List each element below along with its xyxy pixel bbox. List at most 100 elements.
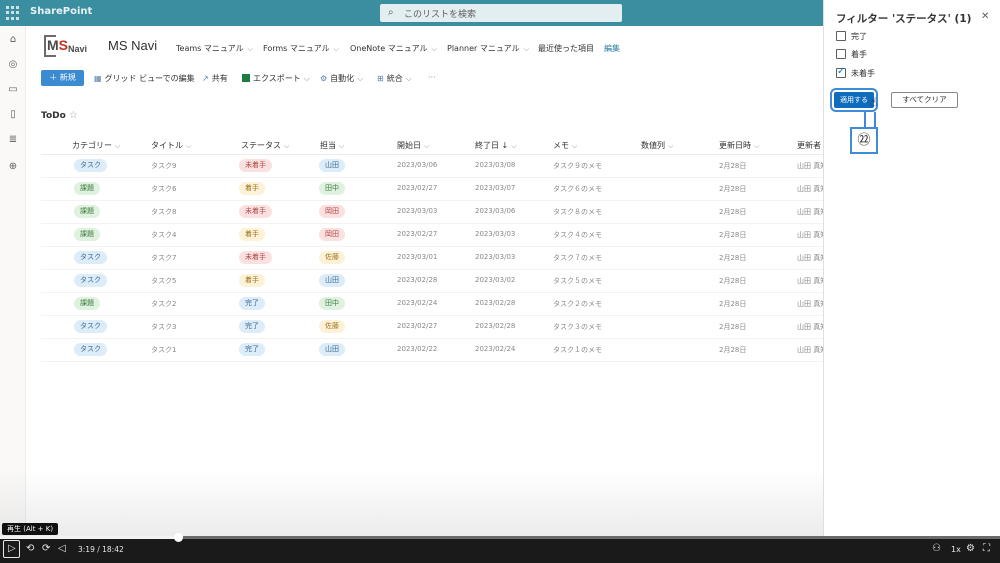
column-header-modified[interactable]: 更新日時 ⌵	[719, 140, 759, 151]
nav-item-teams[interactable]: Teams マニュアル ⌵	[176, 43, 253, 54]
home-icon[interactable]: ⌂	[7, 34, 19, 46]
excel-icon	[242, 74, 250, 82]
column-header-number[interactable]: 数値列 ⌵	[641, 140, 673, 151]
forward-icon[interactable]: ⟳	[42, 543, 50, 554]
progress-knob[interactable]	[174, 533, 183, 542]
automate-button[interactable]: ⚙ 自動化 ⌵	[320, 73, 366, 84]
nav-item-recent[interactable]: 最近使った項目	[538, 43, 594, 54]
clear-all-button[interactable]: すべてクリア	[891, 92, 958, 108]
chevron-down-icon: ⌵	[357, 74, 364, 83]
nav-item-forms[interactable]: Forms マニュアル ⌵	[263, 43, 339, 54]
chevron-down-icon: ⌵	[115, 142, 121, 150]
cell-title[interactable]: タスク8	[151, 207, 176, 217]
status-pill: 着手	[239, 182, 265, 195]
grid-edit-button[interactable]: ▦ グリッド ビューでの編集	[94, 73, 195, 84]
cell-modified: 2月28日	[719, 162, 747, 170]
list-title: ToDo	[41, 111, 66, 121]
cell-end-date: 2023/03/03	[475, 253, 516, 261]
cell-title[interactable]: タスク2	[151, 299, 176, 309]
cell-title[interactable]: タスク3	[151, 322, 176, 332]
search-box[interactable]: ⌕ このリストを検索	[380, 4, 622, 22]
cell-memo: タスク６のメモ	[553, 185, 602, 193]
cell-title[interactable]: タスク6	[151, 184, 176, 194]
owner-pill: 岡田	[319, 228, 345, 241]
settings-gear-icon[interactable]: ⚙	[966, 543, 975, 554]
table-row[interactable]: タスク タスク9 未着手 山田 2023/03/06 2023/03/08 タスク９のメモ 2…	[41, 155, 827, 178]
favorite-star-icon[interactable]: ☆	[69, 110, 78, 121]
cell-title[interactable]: タスク5	[151, 276, 176, 286]
category-pill: 課題	[74, 297, 100, 310]
owner-pill: 佐藤	[319, 320, 345, 333]
grid-icon: ▦	[94, 74, 102, 83]
filter-panel-title: フィルター 'ステータス' (1)	[836, 13, 972, 25]
cell-memo: タスク１のメモ	[553, 346, 602, 354]
create-icon[interactable]: ⊕	[7, 161, 19, 173]
rewind-icon[interactable]: ⟲	[26, 543, 34, 554]
column-header-start[interactable]: 開始日 ⌵	[397, 140, 429, 151]
close-icon[interactable]: ✕	[981, 11, 989, 22]
share-button[interactable]: ↗ 共有	[202, 73, 228, 84]
site-title[interactable]: MS Navi	[108, 38, 157, 53]
captions-icon[interactable]: ⚇	[932, 543, 941, 554]
cell-modified: 2月28日	[719, 208, 747, 216]
column-header-end[interactable]: 終了日 ↓ ⌵	[475, 140, 517, 151]
cell-title[interactable]: タスク7	[151, 253, 176, 263]
cell-title[interactable]: タスク9	[151, 161, 176, 171]
chevron-down-icon: ⌵	[247, 45, 253, 53]
playback-speed[interactable]: 1x	[951, 545, 961, 554]
checkbox-not-started[interactable]	[836, 66, 846, 78]
table-row[interactable]: 課題 タスク8 未着手 岡田 2023/03/03 2023/03/06 タスク８のメモ 2月…	[41, 201, 827, 224]
callout-connector	[864, 112, 876, 128]
left-app-bar: ⌂ ◎ ▭ ▯ ≣ ⊕	[0, 26, 26, 536]
column-header-editor[interactable]: 更新者	[797, 140, 821, 151]
table-row[interactable]: タスク タスク1 完了 山田 2023/02/22 2023/02/24 タスク１のメモ 2月…	[41, 339, 827, 362]
column-header-status[interactable]: ステータス ⌵	[241, 140, 289, 151]
cell-title[interactable]: タスク4	[151, 230, 176, 240]
cell-modified: 2月28日	[719, 346, 747, 354]
chevron-down-icon: ⌵	[511, 142, 517, 150]
progress-track[interactable]	[0, 533, 1000, 542]
cell-memo: タスク４のメモ	[553, 231, 602, 239]
nav-item-onenote[interactable]: OneNote マニュアル ⌵	[350, 43, 437, 54]
nav-edit-link[interactable]: 編集	[604, 43, 620, 54]
table-row[interactable]: タスク タスク5 着手 山田 2023/02/28 2023/03/02 タスク５のメモ 2月…	[41, 270, 827, 293]
globe-icon[interactable]: ◎	[7, 59, 19, 71]
table-row[interactable]: 課題 タスク2 完了 田中 2023/02/24 2023/02/28 タスク２のメモ 2月2…	[41, 293, 827, 316]
more-button[interactable]: ···	[428, 73, 436, 82]
category-pill: タスク	[74, 274, 107, 287]
apply-button[interactable]: 適用する	[830, 88, 878, 112]
volume-icon[interactable]: ◁	[58, 543, 66, 554]
news-icon[interactable]: ▭	[7, 84, 19, 96]
nav-item-planner[interactable]: Planner マニュアル ⌵	[447, 43, 529, 54]
app-brand[interactable]: SharePoint	[30, 6, 92, 17]
fullscreen-icon[interactable]: ⛶	[983, 543, 990, 554]
app-launcher-icon[interactable]	[6, 6, 20, 20]
cell-modified: 2月28日	[719, 254, 747, 262]
status-pill: 完了	[239, 320, 265, 333]
column-header-owner[interactable]: 担当 ⌵	[320, 140, 344, 151]
status-pill: 完了	[239, 297, 265, 310]
cell-title[interactable]: タスク1	[151, 345, 176, 355]
search-placeholder: このリストを検索	[404, 10, 477, 20]
export-button[interactable]: エクスポート ⌵	[242, 73, 313, 84]
cell-modified: 2月28日	[719, 277, 747, 285]
site-logo[interactable]: MS Navi	[44, 35, 94, 61]
checkbox-complete[interactable]	[836, 31, 846, 41]
new-button[interactable]: ＋ 新規	[41, 70, 84, 86]
chevron-down-icon: ⌵	[572, 142, 578, 150]
chevron-down-icon: ⌵	[405, 74, 412, 83]
table-row[interactable]: タスク タスク7 未着手 佐藤 2023/03/01 2023/03/03 タスク７のメモ 2…	[41, 247, 827, 270]
checkbox-in-progress[interactable]	[836, 49, 846, 59]
integrate-button[interactable]: ⊞ 統合 ⌵	[377, 73, 415, 84]
table-row[interactable]: タスク タスク3 完了 佐藤 2023/02/27 2023/02/28 タスク３のメモ 2月…	[41, 316, 827, 339]
column-header-memo[interactable]: メモ ⌵	[553, 140, 577, 151]
lists-icon[interactable]: ≣	[7, 134, 19, 146]
column-header-title[interactable]: タイトル ⌵	[151, 140, 191, 151]
table-row[interactable]: 課題 タスク4 着手 岡田 2023/02/27 2023/03/03 タスク４のメモ 2月2…	[41, 224, 827, 247]
file-icon[interactable]: ▯	[7, 109, 19, 121]
cell-modified: 2月28日	[719, 185, 747, 193]
video-player-bar	[0, 536, 1000, 563]
table-row[interactable]: 課題 タスク6 着手 田中 2023/02/27 2023/03/07 タスク６のメモ 2月2…	[41, 178, 827, 201]
column-header-category[interactable]: カテゴリー ⌵	[72, 140, 120, 151]
progress-fill	[0, 536, 178, 539]
